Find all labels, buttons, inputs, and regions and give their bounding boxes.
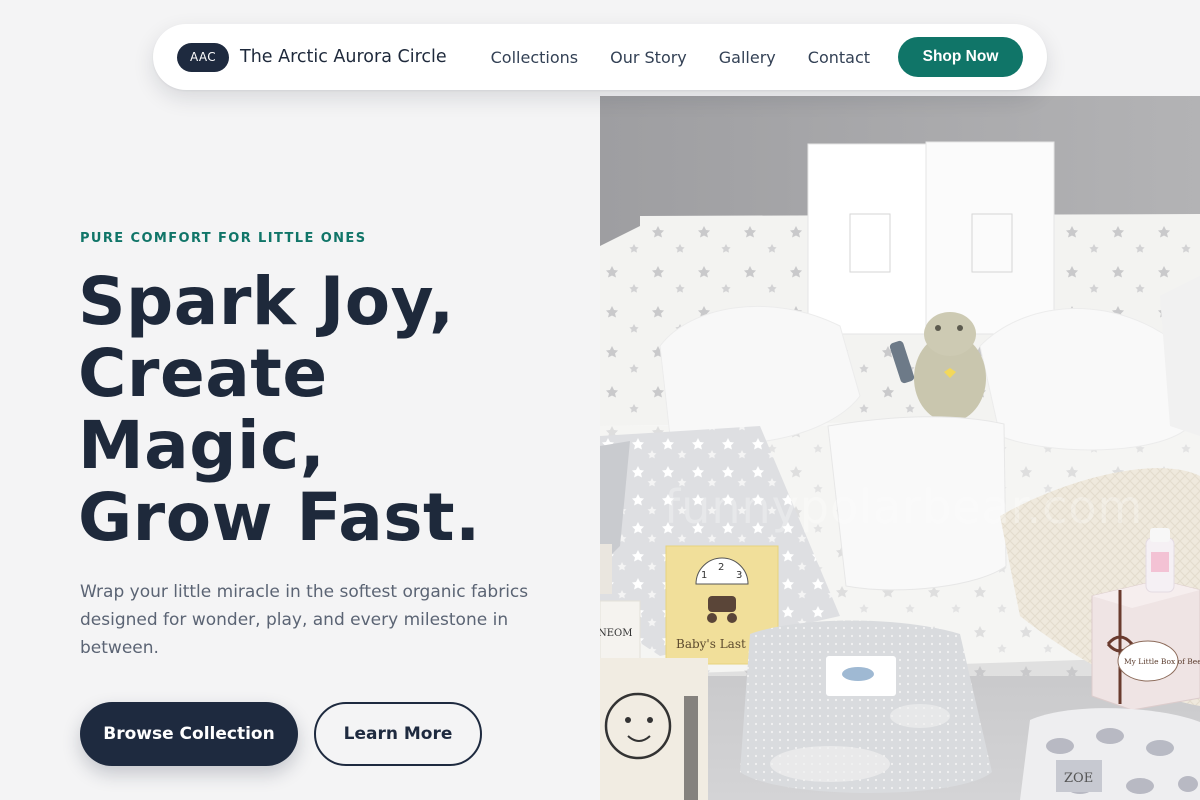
headline-line-2: Create	[78, 335, 328, 412]
nav-link-collections[interactable]: Collections	[491, 48, 578, 67]
hero-eyebrow: PURE COMFORT FOR LITTLE ONES	[80, 231, 367, 246]
gift-box-illustration: 1 2 3 Baby's Last NEOM My Little Box of …	[600, 96, 1200, 800]
learn-more-button[interactable]: Learn More	[314, 702, 482, 766]
nav-link-contact[interactable]: Contact	[808, 48, 870, 67]
top-navbar: AAC The Arctic Aurora Circle Collections…	[153, 24, 1047, 90]
gauge-number-1: 1	[701, 570, 707, 581]
book-label: Baby's Last	[676, 637, 746, 651]
hero-headline: Spark Joy, Create Magic, Grow Fast.	[78, 266, 558, 554]
brand-badge: AAC	[177, 42, 229, 72]
hero-subtext: Wrap your little miracle in the softest …	[80, 582, 529, 658]
brand[interactable]: AAC The Arctic Aurora Circle	[177, 42, 447, 72]
hero-product-image: 1 2 3 Baby's Last NEOM My Little Box of …	[600, 96, 1200, 800]
side-box-label: NEOM	[600, 628, 633, 639]
gauge-number-2: 2	[718, 562, 724, 573]
nav-links: Collections Our Story Gallery Contact	[491, 48, 870, 67]
shop-now-button[interactable]: Shop Now	[898, 37, 1023, 77]
pack-label: ZOE	[1064, 771, 1093, 786]
gauge-number-3: 3	[736, 570, 742, 581]
nav-link-gallery[interactable]: Gallery	[719, 48, 776, 67]
brand-name: The Arctic Aurora Circle	[240, 47, 447, 67]
browse-collection-button[interactable]: Browse Collection	[80, 702, 298, 766]
headline-line-4: Grow Fast.	[78, 479, 481, 556]
headline-line-1: Spark Joy,	[78, 263, 455, 340]
tin-label: My Little Box of Bee Bees	[1124, 657, 1200, 666]
nav-link-our-story[interactable]: Our Story	[610, 48, 687, 67]
headline-line-3: Magic,	[78, 407, 326, 484]
